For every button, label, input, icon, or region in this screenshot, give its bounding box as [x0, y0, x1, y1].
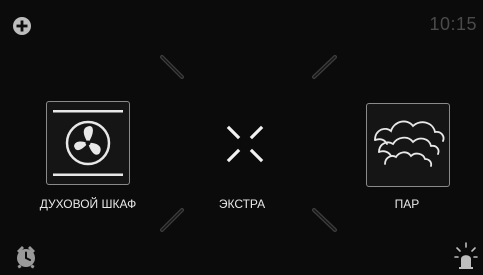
steam-mode-label: ПАР [394, 197, 420, 211]
fan-icon [53, 110, 123, 176]
steam-icon [374, 120, 445, 167]
extra-mode-button[interactable] [224, 123, 266, 165]
oven-mode-button[interactable] [46, 101, 130, 185]
oven-control-screen: 10:15 ДУХОВОЙ ШКАФ ЭКСТРА ПАР [0, 0, 483, 275]
extra-mode-label: ЭКСТРА [218, 197, 266, 211]
lamp-icon[interactable] [454, 242, 478, 270]
plus-icon[interactable] [12, 16, 32, 36]
steam-mode-button[interactable] [366, 103, 450, 187]
clock-time: 10:15 [429, 14, 477, 34]
oven-mode-label: ДУХОВОЙ ШКАФ [39, 197, 137, 211]
alarm-clock-icon[interactable] [14, 243, 38, 269]
